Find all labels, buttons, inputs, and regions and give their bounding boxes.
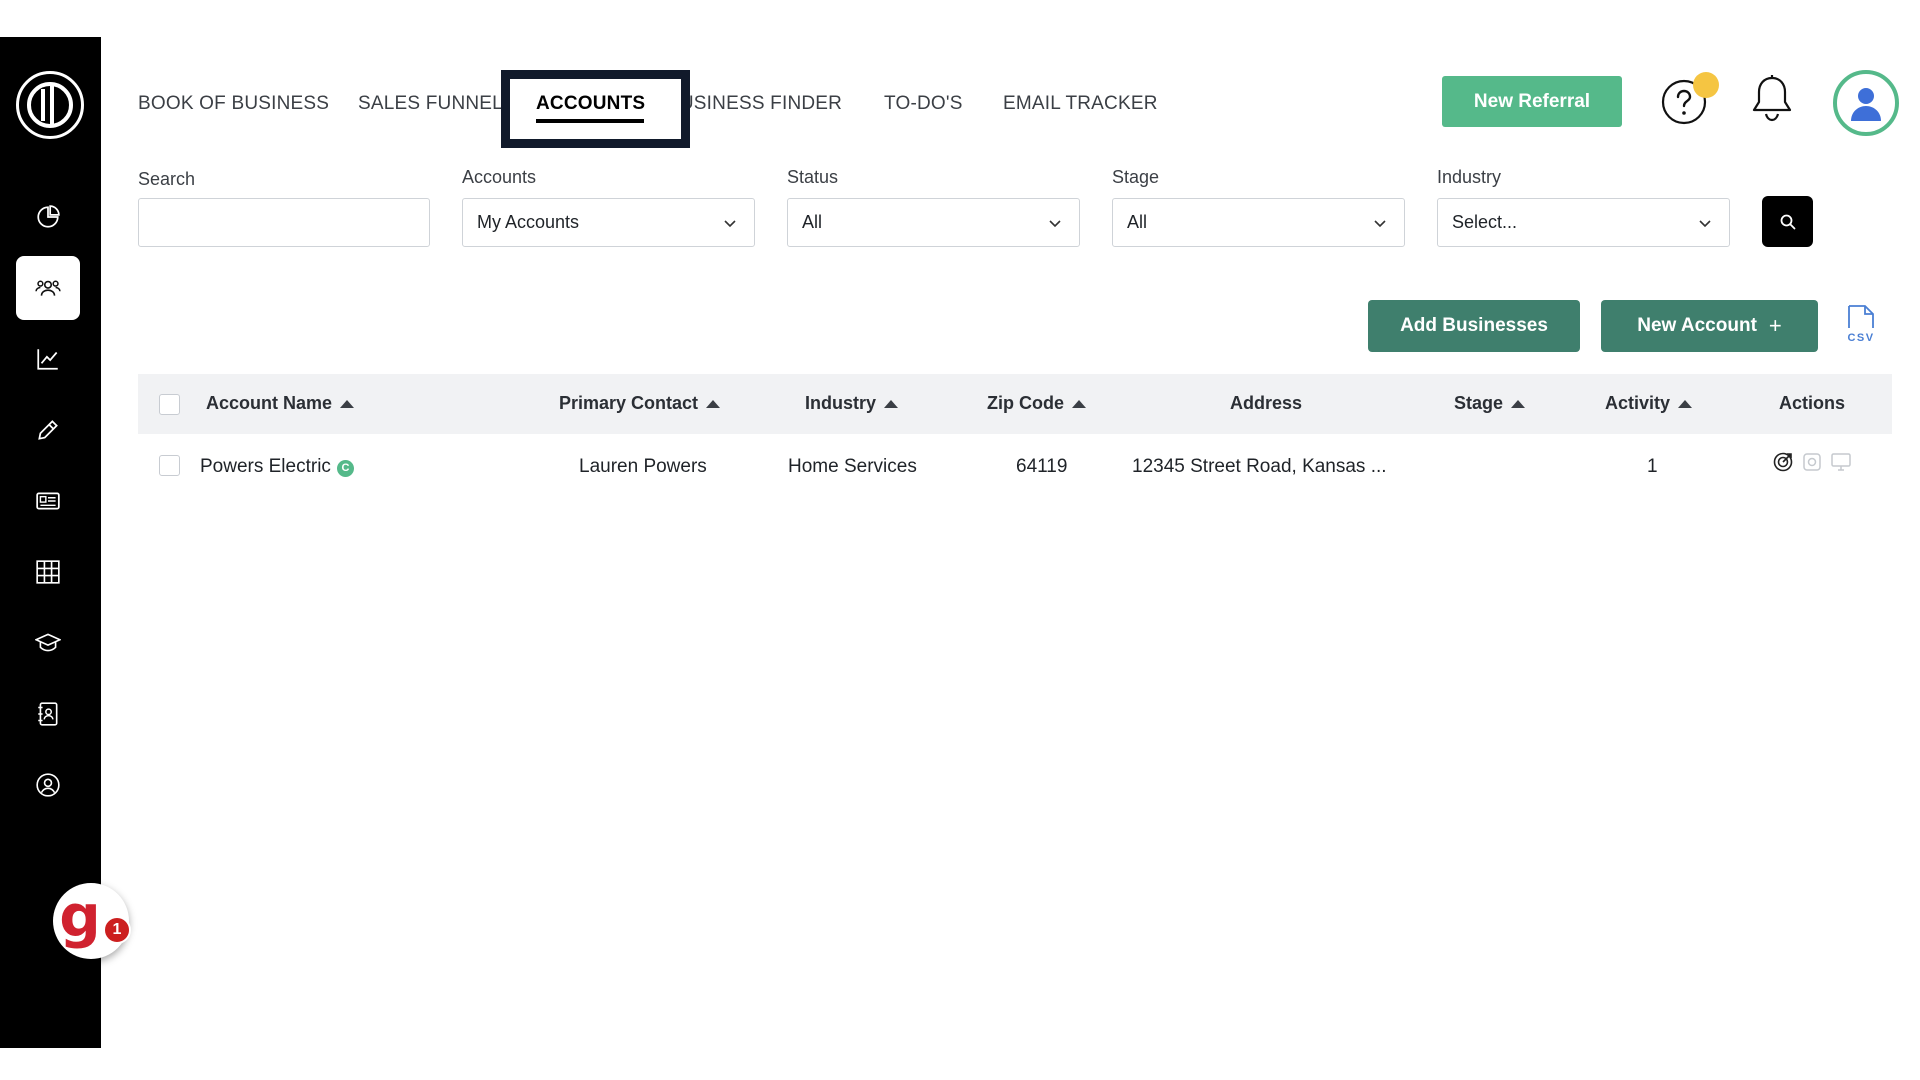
csv-export-icon[interactable]: CSV [1843, 304, 1879, 344]
customer-status-badge: C [336, 459, 354, 477]
sidebar-item-notes[interactable] [16, 398, 80, 462]
chevron-down-icon [724, 220, 736, 228]
row-checkbox[interactable] [159, 455, 180, 476]
pie-chart-icon [37, 205, 60, 228]
monitor-icon[interactable] [1830, 451, 1852, 473]
user-avatar[interactable] [1833, 70, 1899, 136]
sidebar-item-training[interactable] [16, 611, 80, 675]
stage-filter-select[interactable]: All [1112, 198, 1405, 247]
tab-book-of-business[interactable]: BOOK OF BUSINESS [138, 93, 329, 115]
sort-up-icon [1678, 399, 1693, 408]
industry-filter-value: Select... [1452, 212, 1518, 232]
sidebar-item-analytics[interactable] [16, 327, 80, 391]
grid-icon [36, 560, 60, 584]
cell-primary-contact: Lauren Powers [579, 456, 707, 477]
plus-icon: + [1768, 313, 1782, 338]
column-header-account-name[interactable]: Account Name [206, 393, 355, 414]
add-businesses-label: Add Businesses [1400, 315, 1548, 336]
status-filter-value: All [802, 212, 823, 232]
sort-up-icon [340, 399, 355, 408]
search-input[interactable] [138, 198, 430, 247]
chevron-down-icon [1374, 220, 1386, 228]
sidebar-item-profile[interactable] [16, 753, 80, 817]
column-header-primary-contact[interactable]: Primary Contact [559, 393, 721, 414]
cell-zip-code: 64119 [1016, 456, 1068, 477]
chevron-down-icon [1049, 220, 1061, 228]
accounts-filter-label: Accounts [462, 167, 537, 187]
users-icon [35, 280, 61, 296]
search-icon [1780, 214, 1795, 229]
contact-book-icon [38, 702, 58, 726]
new-referral-button[interactable]: New Referral [1442, 76, 1622, 127]
sort-up-icon [884, 399, 899, 408]
column-header-industry[interactable]: Industry [805, 393, 899, 414]
user-circle-icon [36, 773, 60, 797]
tab-to-dos[interactable]: TO-DO'S [884, 93, 963, 115]
column-header-stage[interactable]: Stage [1454, 393, 1526, 414]
assistant-badge-count: 1 [103, 916, 131, 944]
industry-filter-label: Industry [1437, 167, 1502, 187]
accounts-filter-select[interactable]: My Accounts [462, 198, 755, 247]
tab-sales-funnel[interactable]: SALES FUNNEL [358, 93, 503, 115]
logo-mark-icon [27, 82, 73, 128]
sidebar-item-contacts[interactable] [16, 682, 80, 746]
newspaper-icon [36, 492, 60, 510]
status-filter-select[interactable]: All [787, 198, 1080, 247]
sidebar-item-news[interactable] [16, 469, 80, 533]
sort-up-icon [1072, 399, 1086, 408]
csv-label: CSV [1847, 332, 1874, 344]
industry-filter-select[interactable]: Select... [1437, 198, 1730, 247]
new-account-button[interactable]: New Account + [1601, 300, 1818, 352]
search-button[interactable] [1762, 196, 1813, 247]
sidebar-item-grid[interactable] [16, 540, 80, 604]
tab-email-tracker[interactable]: EMAIL TRACKER [1003, 93, 1158, 115]
column-header-address: Address [1230, 393, 1303, 413]
active-tab-underline [536, 119, 644, 123]
cell-account-name[interactable]: Powers Electric C [200, 456, 354, 478]
tab-business-finder[interactable]: BUSINESS FINDER [667, 93, 842, 115]
bell-icon[interactable] [1748, 74, 1796, 124]
new-account-label: New Account [1637, 315, 1757, 336]
table-header: Account Name Primary Contact Industry Zi… [138, 374, 1892, 434]
cell-activity: 1 [1647, 456, 1658, 477]
graduation-cap-icon [35, 633, 61, 652]
accounts-filter-value: My Accounts [477, 212, 580, 232]
sidebar-item-accounts[interactable] [16, 256, 80, 320]
user-silhouette-icon [1851, 88, 1881, 121]
select-all-checkbox[interactable] [159, 394, 180, 415]
add-businesses-button[interactable]: Add Businesses [1368, 300, 1580, 352]
column-header-activity[interactable]: Activity [1605, 393, 1693, 414]
tab-accounts[interactable]: ACCOUNTS [536, 93, 645, 115]
stage-filter-label: Stage [1112, 167, 1160, 187]
stage-filter-value: All [1127, 212, 1148, 232]
app-logo[interactable] [16, 71, 84, 139]
camera-icon[interactable] [1801, 451, 1823, 473]
status-filter-label: Status [787, 167, 839, 187]
cell-address: 12345 Street Road, Kansas ... [1132, 456, 1387, 477]
help-notification-dot [1693, 72, 1719, 98]
cell-industry: Home Services [788, 456, 917, 477]
column-header-zip-code[interactable]: Zip Code [987, 393, 1086, 414]
column-header-actions: Actions [1779, 393, 1846, 413]
sort-up-icon [1511, 399, 1526, 408]
trend-line-icon [37, 349, 58, 370]
pencil-icon [38, 420, 58, 440]
chevron-down-icon [1699, 220, 1711, 228]
sort-up-icon [706, 399, 721, 408]
target-icon[interactable] [1772, 451, 1794, 473]
sidebar-item-dashboard[interactable] [16, 185, 80, 249]
search-label: Search [138, 169, 196, 189]
